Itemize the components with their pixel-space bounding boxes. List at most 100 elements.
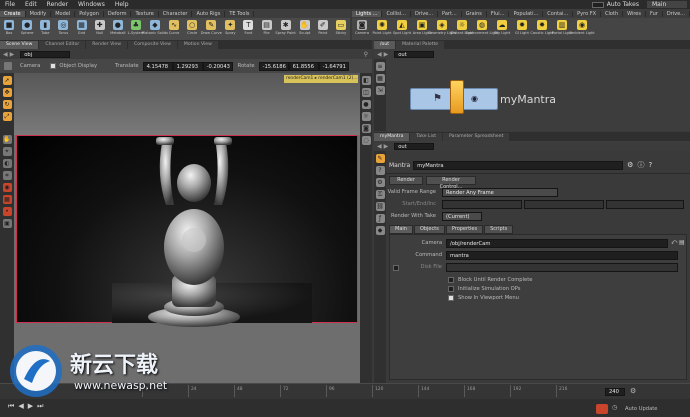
- shelf-tab[interactable]: Pyro FX: [573, 10, 602, 17]
- param-edit-icon[interactable]: ✎: [375, 154, 385, 163]
- shelf-tab[interactable]: Drive...: [663, 10, 690, 17]
- auto-update-label[interactable]: Auto Update: [625, 406, 657, 412]
- menu-edit[interactable]: Edit: [20, 1, 42, 8]
- tool-geometry-light[interactable]: ◈ Geometry Light: [428, 18, 456, 40]
- pane-tab[interactable]: myMantra: [374, 133, 410, 141]
- jump-end-icon[interactable]: ⏭: [37, 402, 43, 411]
- viewport-path-field[interactable]: obj: [20, 50, 71, 58]
- camera-browse-icon[interactable]: ▤: [679, 239, 685, 246]
- shelf-tab[interactable]: Grains: [462, 10, 487, 17]
- param-checkbox[interactable]: [448, 294, 454, 301]
- shelf-tab[interactable]: Drive...: [411, 10, 439, 17]
- update-mode-icon[interactable]: ◷: [612, 404, 617, 411]
- param-subtab[interactable]: Scripts: [484, 225, 514, 234]
- rotate-x-field[interactable]: -15.6186: [258, 61, 289, 71]
- tool-draw-curve[interactable]: ✎ Draw Curve: [201, 18, 222, 40]
- output-enable-checkbox[interactable]: [393, 265, 399, 271]
- shelf-tab[interactable]: Contai...: [543, 10, 574, 17]
- shelf-tab[interactable]: Polygon: [75, 10, 104, 17]
- tool-font[interactable]: T Font: [239, 18, 257, 40]
- select-tool-icon[interactable]: ➚: [2, 76, 12, 85]
- param-checkbox[interactable]: [448, 285, 454, 292]
- pane-tab[interactable]: Parameter Spreadsheet: [443, 133, 510, 141]
- tool-environment-light[interactable]: ◍ Environment Light: [465, 18, 499, 40]
- alert-icon[interactable]: [596, 404, 608, 414]
- pane-tab[interactable]: Render View: [86, 41, 128, 49]
- auto-takes-toggle[interactable]: Auto Takes: [587, 1, 644, 8]
- param-key-icon[interactable]: ◆: [375, 226, 385, 235]
- tool-lsystem[interactable]: ♣ L-System: [127, 18, 145, 40]
- camera-param-field[interactable]: /obj/renderCam: [446, 239, 668, 248]
- translate-x-field[interactable]: 4.15478: [142, 61, 173, 71]
- param-checkbox-row[interactable]: Initialize Simulation OPs: [448, 284, 532, 293]
- param-help-icon[interactable]: ?: [375, 166, 385, 175]
- shelf-tab[interactable]: Collisi...: [382, 10, 411, 17]
- menu-windows[interactable]: Windows: [73, 1, 110, 8]
- shelf-tab[interactable]: Flui...: [487, 10, 510, 17]
- network-path-field[interactable]: out: [394, 50, 435, 58]
- shelf-tab[interactable]: Deform: [104, 10, 132, 17]
- network-back-icon[interactable]: ◀: [377, 51, 382, 58]
- shelf-tab[interactable]: Fur: [646, 10, 663, 17]
- param-lock-icon[interactable]: ⚿: [375, 190, 385, 199]
- tool-distant-light[interactable]: ☼ Distant Light: [450, 18, 474, 40]
- render-control-button[interactable]: Render Control...: [426, 176, 476, 190]
- param-settings-icon[interactable]: ⚙: [627, 161, 633, 169]
- param-node-name-field[interactable]: myMantra: [413, 160, 624, 170]
- pane-tab[interactable]: Material Palette: [396, 41, 445, 49]
- display-options-icon[interactable]: ◧: [361, 76, 371, 85]
- tool-circle[interactable]: ○ Circle: [183, 18, 201, 40]
- object-display-checkbox[interactable]: [50, 63, 57, 69]
- tool-box[interactable]: ■ Box: [0, 18, 18, 40]
- snap-point-icon[interactable]: •: [2, 207, 12, 216]
- param-subtab[interactable]: Objects: [413, 225, 445, 234]
- tool-spot-light[interactable]: ◭ Spot Light: [392, 18, 412, 40]
- pin-icon[interactable]: ⚲: [364, 51, 368, 58]
- tool-caustic-light[interactable]: ✸ Caustic Light: [530, 18, 554, 40]
- shelf-tab[interactable]: Modify: [26, 10, 52, 17]
- pane-tab[interactable]: Motion View: [177, 41, 218, 49]
- param-expr-icon[interactable]: ƒ: [375, 214, 385, 223]
- auto-takes-checkbox[interactable]: [591, 1, 604, 8]
- rotate-y-field[interactable]: 61.8556: [288, 61, 319, 71]
- tool-grid[interactable]: ▦ Grid: [73, 18, 91, 40]
- output-param-field[interactable]: [446, 263, 678, 272]
- tool-camera[interactable]: ◙ Camera: [352, 18, 372, 40]
- shelf-tab[interactable]: Model: [51, 10, 76, 17]
- rotate-z-field[interactable]: -1.64791: [318, 61, 349, 71]
- shelf-tab[interactable]: Lights ...: [352, 10, 383, 17]
- tool-curve[interactable]: ∿ Curve: [165, 18, 183, 40]
- scale-tool-icon[interactable]: ⤢: [2, 112, 12, 121]
- group-tool-icon[interactable]: ▣: [2, 219, 12, 228]
- play-icon[interactable]: ▶: [28, 402, 33, 411]
- param-checkbox[interactable]: [448, 276, 454, 283]
- tool-paint[interactable]: ✐ Paint: [314, 18, 332, 40]
- translate-z-field[interactable]: -0.20043: [202, 61, 233, 71]
- tool-sculpt[interactable]: ✋ Sculpt: [296, 18, 314, 40]
- param-back-icon[interactable]: ◀: [377, 143, 382, 150]
- tool-file[interactable]: ▤ File: [258, 18, 276, 40]
- tool-tube[interactable]: ▮ Tube: [36, 18, 54, 40]
- menu-help[interactable]: Help: [110, 1, 134, 8]
- handle-tool-icon[interactable]: ⌖: [2, 147, 12, 156]
- desk-selector[interactable]: Main: [647, 1, 687, 8]
- tool-gi-light[interactable]: ✹ GI Light: [512, 18, 532, 40]
- tool-torus[interactable]: ◎ Torus: [54, 18, 72, 40]
- tool-metaball[interactable]: ● Metaball: [109, 18, 127, 40]
- camera-view-icon[interactable]: ◙: [361, 124, 371, 133]
- shelf-tab[interactable]: Wires: [623, 10, 646, 17]
- param-checkbox-row[interactable]: Block Until Render Complete: [448, 275, 532, 284]
- param-forward-icon[interactable]: ▶: [384, 143, 389, 150]
- wireframe-icon[interactable]: ◫: [361, 88, 371, 97]
- menu-file[interactable]: File: [0, 1, 20, 8]
- network-grid-icon[interactable]: ▦: [375, 74, 385, 83]
- move-tool-icon[interactable]: ✥: [2, 88, 12, 97]
- param-link-icon[interactable]: ⛓: [375, 202, 385, 211]
- forward-arrow-icon[interactable]: ▶: [10, 51, 15, 58]
- shelf-tab[interactable]: Create: [0, 10, 26, 17]
- shaded-icon[interactable]: ●: [361, 100, 371, 109]
- tool-ambient-light[interactable]: ◉ Ambient Light: [569, 18, 595, 40]
- inc-frame-field[interactable]: [606, 200, 684, 209]
- tool-portal-light[interactable]: ▥ Portal Light: [552, 18, 572, 40]
- handle-icon[interactable]: [4, 62, 12, 70]
